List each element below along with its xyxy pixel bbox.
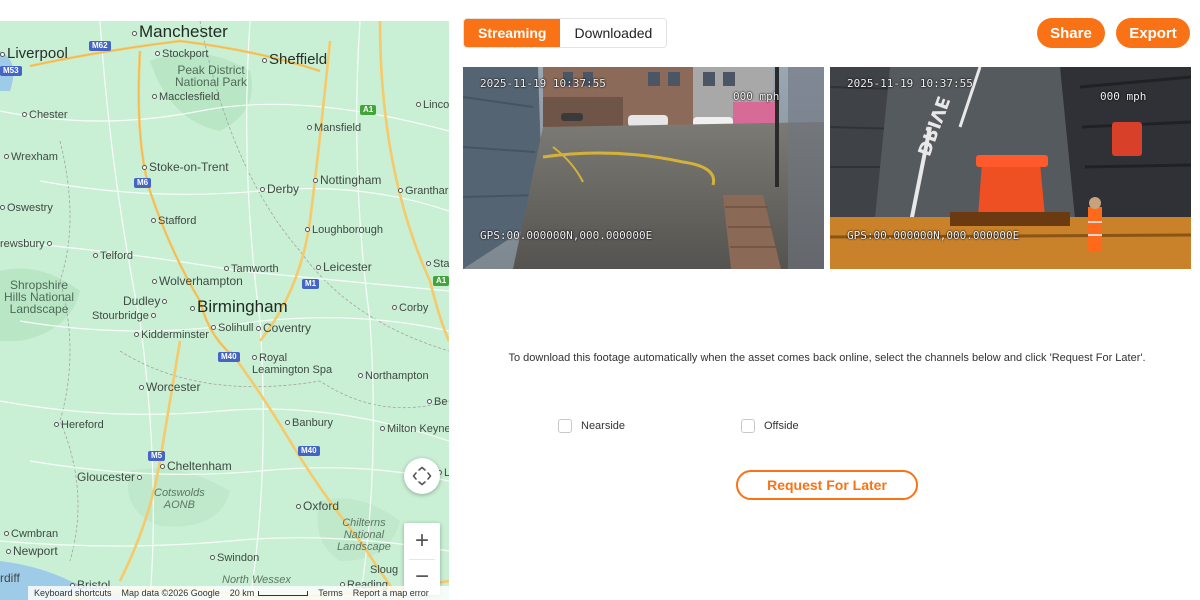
offside-label: Offside (764, 420, 799, 432)
map-label-leamington: Royal Leamington Spa (252, 352, 333, 376)
camera-feed-nearside[interactable]: 2025-11-19 10:37:55 000 mph GPS:00.00000… (463, 67, 824, 269)
map-label-oswestry: Oswestry (0, 202, 53, 214)
feed-timestamp: 2025-11-19 10:37:55 (847, 77, 973, 90)
keyboard-shortcuts-link[interactable]: Keyboard shortcuts (34, 588, 112, 598)
road-shield: M53 (0, 66, 22, 76)
map-label-cardiff: rdiff (0, 571, 20, 585)
map-label-derby: Derby (260, 183, 299, 195)
map-label-leicester: Leicester (316, 261, 372, 273)
export-button[interactable]: Export (1116, 18, 1190, 48)
map-label-worcester: Worcester (139, 381, 200, 393)
map-label-birmingham: Birmingham (190, 298, 288, 315)
road-shield: A1 (360, 105, 377, 115)
map-label-manchester: Manchester (132, 23, 228, 40)
map-label-grantham: Granthar (398, 185, 448, 197)
map-region-cotswolds: Cotswolds AONB (154, 487, 205, 511)
map-region-chilterns: Chilterns National Landscape (337, 517, 391, 553)
map-label-liverpool: Liverpool (0, 46, 68, 61)
map-label-northampton: Northampton (358, 370, 429, 382)
map-label-shrewsbury: rewsbury (0, 238, 54, 250)
pan-arrows-icon (412, 466, 432, 486)
map-label-nottingham: Nottingham (313, 174, 381, 186)
feed-speed: 000 mph (1100, 90, 1147, 103)
map-label-slough: Sloug (370, 564, 399, 576)
map-scale-bar (258, 590, 309, 596)
footage-tabs: Streaming Downloaded (463, 18, 668, 48)
map-label-cwmbran: Cwmbran (4, 528, 58, 540)
map-label-coventry: Coventry (256, 322, 311, 334)
map-zoom-control: + − (404, 523, 440, 595)
map-label-sheffield: Sheffield (262, 52, 327, 67)
nearside-checkbox[interactable] (558, 419, 572, 433)
map-label-stourbridge: Stourbridge (92, 310, 158, 322)
map-label-swindon: Swindon (210, 552, 259, 564)
map-view[interactable]: Manchester Liverpool Stockport Sheffield… (0, 21, 449, 600)
map-label-banbury: Banbury (285, 417, 333, 429)
feed-gps: GPS:00.000000N,000.000000E (847, 229, 1020, 242)
map-pan-control[interactable] (404, 458, 440, 494)
report-map-error-link[interactable]: Report a map error (353, 588, 429, 598)
map-label-loughborough: Loughborough (305, 224, 383, 236)
map-scale[interactable]: 20 km (230, 588, 309, 598)
camera-feed-offside[interactable]: DRIVE 2025-11-19 10:37:55 000 mph GPS:00… (830, 67, 1191, 269)
map-label-hereford: Hereford (54, 419, 104, 431)
map-label-gloucester: Gloucester (77, 471, 144, 483)
map-label-wolverhampton: Wolverhampton (152, 275, 243, 287)
terms-link[interactable]: Terms (318, 588, 343, 598)
feed-speed: 000 mph (733, 90, 780, 103)
app-root: Manchester Liverpool Stockport Sheffield… (0, 0, 1200, 600)
map-label-kidderminster: Kidderminster (134, 329, 209, 341)
zoom-in-button[interactable]: + (404, 523, 440, 559)
map-label-stockport: Stockport (155, 48, 208, 60)
map-label-milton-keynes: Milton Keyne (380, 423, 449, 435)
share-button[interactable]: Share (1037, 18, 1105, 48)
road-shield: M6 (134, 178, 152, 188)
map-label-stafford: Stafford (151, 215, 196, 227)
map-label-chester: Chester (22, 109, 68, 121)
road-shield: M40 (298, 446, 320, 456)
map-label-lincoln: Linco (416, 99, 449, 111)
map-label-stoke: Stoke-on-Trent (142, 161, 229, 173)
map-scale-label: 20 km (229, 588, 255, 598)
road-shield: M40 (218, 352, 240, 362)
tab-streaming[interactable]: Streaming (464, 19, 561, 47)
tab-downloaded[interactable]: Downloaded (560, 19, 667, 47)
road-shield: M1 (302, 279, 320, 289)
map-label-corby: Corby (392, 302, 428, 314)
map-label-wrexham: Wrexham (4, 151, 58, 163)
map-attribution: Keyboard shortcuts Map data ©2026 Google… (28, 586, 449, 600)
map-label-solihull: Solihull (211, 322, 253, 334)
offside-checkbox[interactable] (741, 419, 755, 433)
map-label-mansfield: Mansfield (307, 122, 361, 134)
map-data-credit: Map data ©2026 Google (121, 588, 220, 598)
channel-option-nearside[interactable]: Nearside (558, 419, 625, 433)
map-label-newport: Newport (6, 545, 58, 557)
map-region-north-wessex: North Wessex (222, 574, 291, 586)
map-label-cheltenham: Cheltenham (160, 460, 232, 472)
map-label-telford: Telford (93, 250, 133, 262)
feed-timestamp: 2025-11-19 10:37:55 (480, 77, 606, 90)
offline-download-message: To download this footage automatically w… (508, 352, 1146, 364)
channel-option-offside[interactable]: Offside (741, 419, 799, 433)
road-shield: M5 (148, 451, 166, 461)
nearside-label: Nearside (581, 420, 626, 432)
road-shield: M62 (89, 41, 111, 51)
feed-gps: GPS:00.000000N,000.000000E (480, 229, 653, 242)
road-shield: A1 (433, 276, 449, 286)
map-label-oxford: Oxford (296, 500, 339, 512)
map-label-dudley: Dudley (123, 295, 169, 307)
map-region-peak-district: Peak District National Park (175, 63, 248, 89)
request-for-later-button[interactable]: Request For Later (736, 470, 918, 500)
map-label-stamford: Sta (426, 258, 449, 270)
map-label-bedford: Be (427, 396, 447, 408)
map-label-macclesfield: Macclesfield (152, 91, 220, 103)
map-region-shropshire-hills: Shropshire Hills National Landscape (4, 278, 75, 316)
